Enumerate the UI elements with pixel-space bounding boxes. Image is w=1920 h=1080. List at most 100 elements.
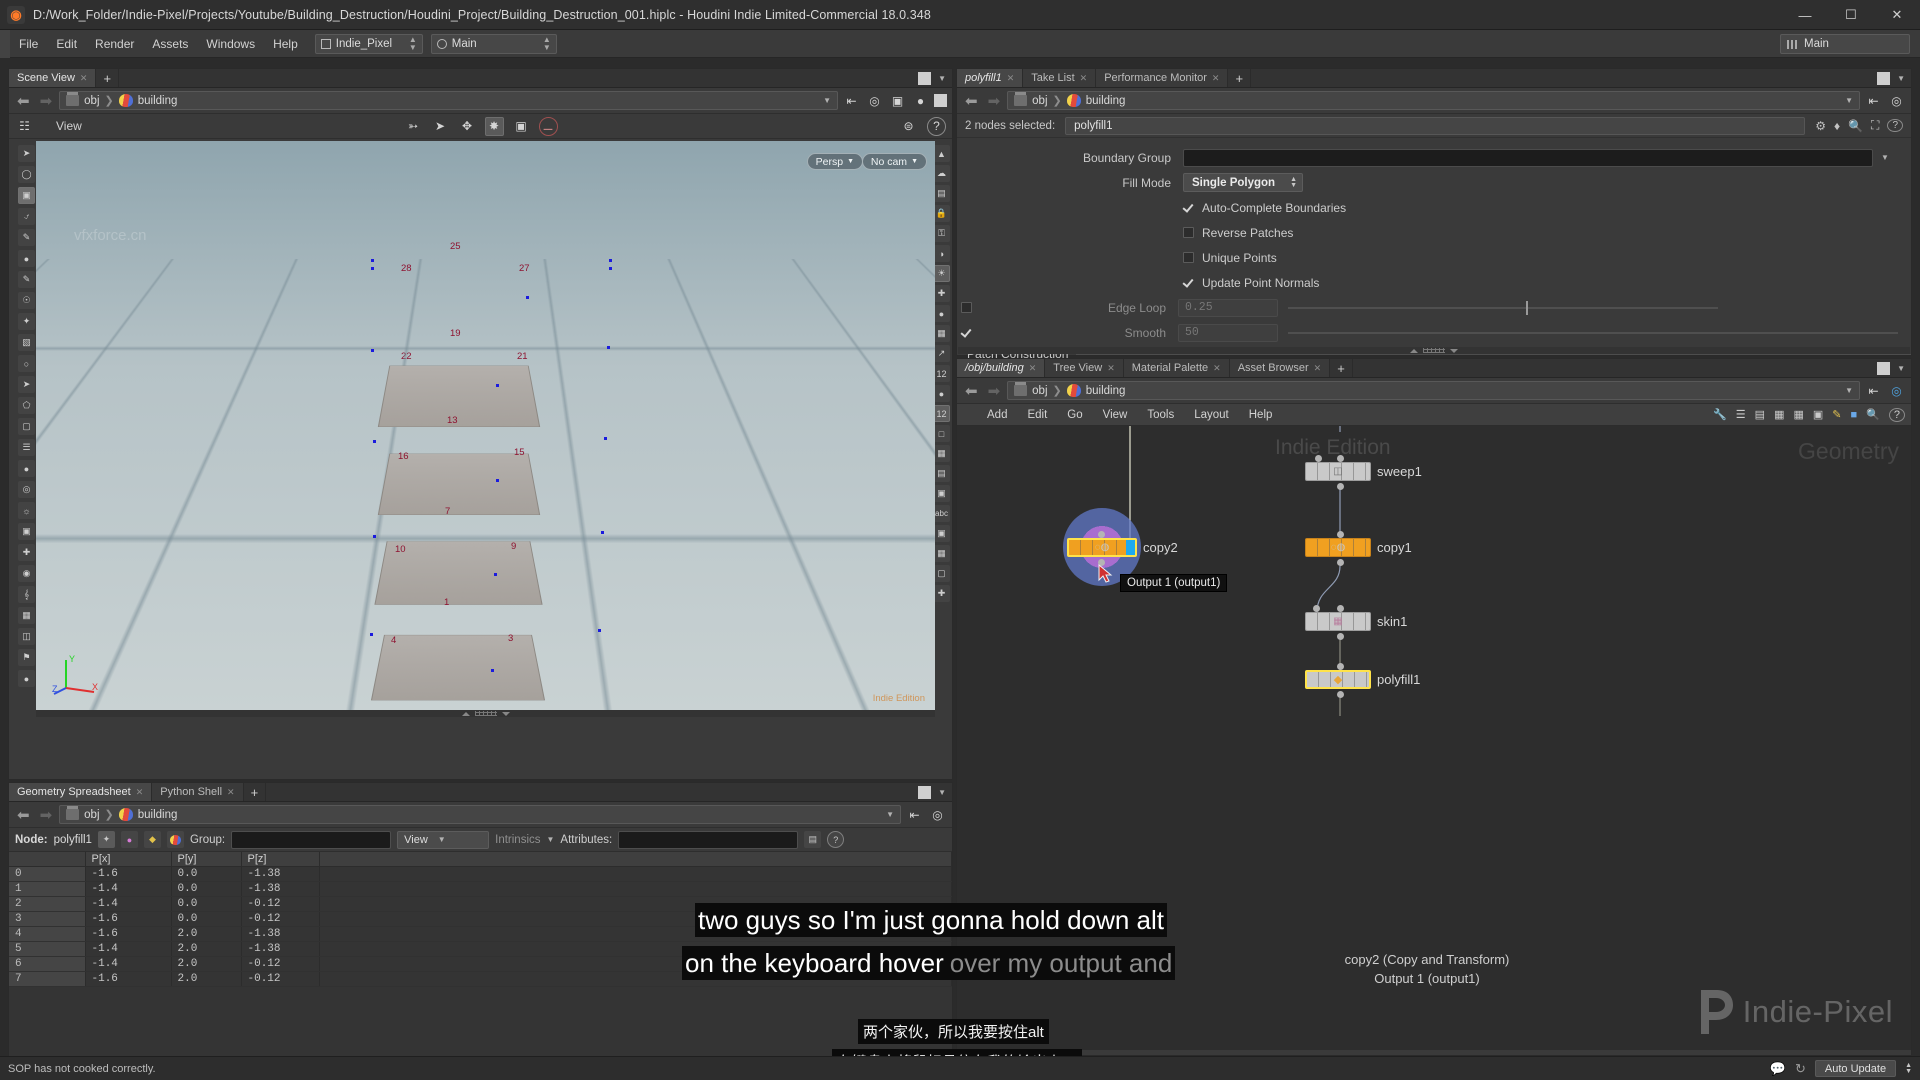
desktop-selector[interactable]: Indie_Pixel ▲ ▼ xyxy=(314,33,423,54)
pin-icon-2[interactable]: ⇤ xyxy=(905,805,924,824)
sweep1-input-port-1[interactable] xyxy=(1337,455,1344,462)
close-icon-2[interactable]: ✕ xyxy=(227,787,235,798)
close-icon-9[interactable]: ✕ xyxy=(1314,363,1322,374)
wire-display-icon[interactable]: ▦ xyxy=(933,325,950,342)
select-tool-icon[interactable]: ➳ xyxy=(404,117,423,136)
skin1-input-port-1[interactable] xyxy=(1337,605,1344,612)
copy1-input-port[interactable] xyxy=(1337,531,1344,538)
breadcrumb-obj-4[interactable]: obj xyxy=(1032,385,1047,397)
color-icon[interactable]: ■ xyxy=(1851,409,1858,421)
note-icon[interactable]: ✎ xyxy=(1832,408,1841,421)
splitter-grip[interactable] xyxy=(474,711,497,716)
parm-unique-points-checkbox[interactable] xyxy=(1183,252,1194,263)
display-geometry-icon[interactable]: ▲ xyxy=(933,145,950,162)
table-icon[interactable]: ▤ xyxy=(1755,408,1765,421)
col-px[interactable]: P[x] xyxy=(85,852,172,867)
table-row[interactable]: 0 -1.6 0.0 -1.38 xyxy=(9,866,952,882)
grid-tool-icon[interactable]: ▦ xyxy=(18,607,35,624)
breadcrumb-obj-3[interactable]: obj xyxy=(1032,95,1047,107)
grid-toggle-icon[interactable]: ▦ xyxy=(933,545,950,562)
edit-icon[interactable]: ✎ xyxy=(18,271,35,288)
sculpt-icon[interactable]: ● xyxy=(18,250,35,267)
viewport-persp-chip[interactable]: Persp ▼ xyxy=(806,153,863,170)
close-icon-3[interactable]: ✕ xyxy=(1007,73,1015,84)
target-icon-2[interactable]: ◎ xyxy=(928,805,947,824)
display-options-icon[interactable] xyxy=(934,94,947,107)
add-tab-button-geospread[interactable]: + xyxy=(243,783,267,801)
forward-icon-3[interactable]: ➡ xyxy=(985,92,1004,110)
forward-icon[interactable]: ➡ xyxy=(37,92,56,110)
viewport-splitter[interactable] xyxy=(36,710,935,717)
vertices-mode-icon[interactable]: ● xyxy=(120,831,138,848)
layout-icon[interactable]: ⊜ xyxy=(899,117,918,136)
close-icon-7[interactable]: ✕ xyxy=(1107,363,1115,374)
pin-icon-4[interactable]: ⇤ xyxy=(1864,381,1883,400)
add-tab-button[interactable]: + xyxy=(96,69,120,87)
tab-take-list[interactable]: Take List ✕ xyxy=(1023,69,1097,87)
bbox-icon[interactable]: □ xyxy=(933,425,950,442)
node-polyfill1[interactable]: ◆ xyxy=(1305,670,1371,689)
parm-update-normals-checkbox[interactable] xyxy=(1183,277,1194,288)
pin-icon-3[interactable]: ⇤ xyxy=(1864,91,1883,110)
maximize-pane-icon-4[interactable] xyxy=(1877,361,1891,375)
auto-update-button[interactable]: Auto Update xyxy=(1814,1060,1897,1077)
menu-grip[interactable] xyxy=(0,29,10,58)
back-icon-3[interactable]: ⬅ xyxy=(962,92,981,110)
close-icon-6[interactable]: ✕ xyxy=(1029,363,1037,374)
target-icon-3[interactable]: ◎ xyxy=(1887,91,1906,110)
chevron-down-icon-4[interactable]: ▼ xyxy=(438,835,446,844)
shading-icon[interactable]: ◑ xyxy=(933,245,950,262)
copy2-input-port[interactable] xyxy=(1098,531,1105,538)
texture-icon[interactable]: ▣ xyxy=(933,485,950,502)
chevron-down-icon[interactable]: ▼ xyxy=(938,74,946,83)
flag-tool-icon[interactable]: ⚑ xyxy=(18,649,35,666)
chevron-updown-icon[interactable]: ▲ ▼ xyxy=(409,35,417,52)
paint-icon[interactable]: ✎ xyxy=(18,229,35,246)
tab-scene-view[interactable]: Scene View ✕ xyxy=(9,69,97,87)
maximize-pane-icon-3[interactable] xyxy=(1877,71,1891,85)
close-icon[interactable]: ✕ xyxy=(136,787,144,798)
close-icon-8[interactable]: ✕ xyxy=(1213,363,1221,374)
chevron-down-icon-5[interactable]: ▼ xyxy=(547,835,555,844)
display-flag[interactable] xyxy=(1126,540,1135,555)
slab-4[interactable] xyxy=(377,453,541,516)
viewport-3d[interactable]: vfxforce.cn Indie Edition 25 28 27 19 22… xyxy=(36,141,935,710)
parm-edge-loop-input[interactable]: 0.25 xyxy=(1178,298,1278,317)
breadcrumb-building-4[interactable]: building xyxy=(1086,385,1126,397)
forward-icon-2[interactable]: ➡ xyxy=(37,806,56,824)
uv-display-icon[interactable]: ▤ xyxy=(933,465,950,482)
menu-windows[interactable]: Windows xyxy=(197,30,264,58)
menu-file[interactable]: File xyxy=(10,30,47,58)
light-on-icon[interactable]: ☀ xyxy=(933,265,950,282)
attributes-input[interactable] xyxy=(618,830,799,849)
torus-tool-icon[interactable]: ◎ xyxy=(18,481,35,498)
back-icon-2[interactable]: ⬅ xyxy=(14,806,33,824)
net-menu-edit[interactable]: Edit xyxy=(1017,409,1057,421)
path-dropdown-icon-3[interactable]: ▼ xyxy=(1845,96,1853,105)
template-icon[interactable]: ▤ xyxy=(933,185,950,202)
col-blank[interactable] xyxy=(319,852,952,867)
close-icon-4[interactable]: ✕ xyxy=(1080,73,1088,84)
list-icon[interactable]: ☰ xyxy=(1736,408,1746,421)
snapping-tool-icon[interactable]: ✸ xyxy=(484,116,504,136)
skin1-input-port-0[interactable] xyxy=(1313,605,1320,612)
curve-icon[interactable]: ➤ xyxy=(18,376,35,393)
tube-tool-icon[interactable]: ◫ xyxy=(18,628,35,645)
col-index[interactable] xyxy=(9,852,86,867)
tab-asset-browser[interactable]: Asset Browser ✕ xyxy=(1229,359,1331,377)
parm-edge-loop-toggle[interactable] xyxy=(961,302,972,313)
vertex-icon[interactable]: ● xyxy=(933,385,950,402)
scene-view-path-field[interactable]: obj ❯ building ▼ xyxy=(59,91,838,110)
forward-icon-4[interactable]: ➡ xyxy=(985,382,1004,400)
menu-help[interactable]: Help xyxy=(264,30,307,58)
point-display-icon[interactable]: ● xyxy=(933,305,950,322)
node-sweep1[interactable]: ◫ xyxy=(1305,462,1371,481)
lock-icon[interactable]: 🔒 xyxy=(933,205,950,222)
path-dropdown-icon-4[interactable]: ▼ xyxy=(1845,386,1853,395)
measure-icon[interactable]: ▢ xyxy=(18,418,35,435)
target-icon-4[interactable]: ◎ xyxy=(1887,381,1906,400)
bulb-off-icon[interactable]: ⚿ xyxy=(933,225,950,242)
parm-smooth-slider[interactable] xyxy=(1288,331,1898,334)
grid-view2-icon[interactable]: ▦ xyxy=(1793,408,1803,421)
comb-icon[interactable]: ▧ xyxy=(18,334,35,351)
